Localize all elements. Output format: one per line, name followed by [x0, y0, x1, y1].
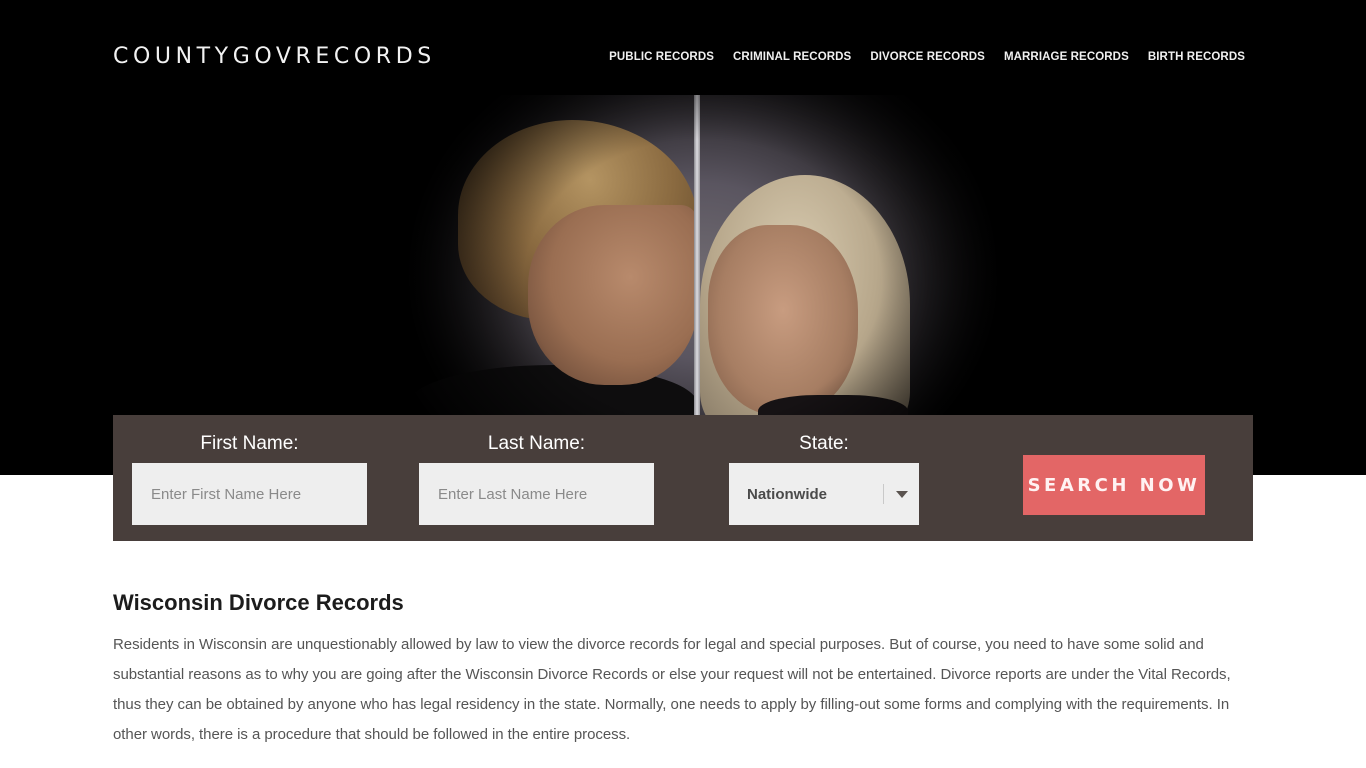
state-select[interactable]: Nationwide	[729, 463, 919, 525]
state-select-value: Nationwide	[747, 485, 828, 503]
search-now-button[interactable]: SEARCH NOW	[1023, 455, 1205, 515]
state-select-separator	[883, 484, 884, 504]
nav-criminal-records[interactable]: CRIMINAL RECORDS	[733, 51, 851, 63]
main-nav: PUBLIC RECORDS CRIMINAL RECORDS DIVORCE …	[609, 51, 1245, 63]
search-form: First Name: Last Name: State: Nationwide…	[113, 415, 1253, 541]
chevron-down-icon[interactable]	[896, 491, 908, 498]
last-name-label: Last Name:	[487, 433, 586, 454]
state-label: State:	[799, 433, 849, 454]
nav-birth-records[interactable]: BIRTH RECORDS	[1148, 51, 1245, 63]
nav-marriage-records[interactable]: MARRIAGE RECORDS	[1004, 51, 1129, 63]
hero-image-vignette	[378, 95, 1028, 415]
first-name-input[interactable]	[132, 463, 367, 525]
hero-image	[378, 95, 1028, 415]
hero-section: COUNTYGOVRECORDS PUBLIC RECORDS CRIMINAL…	[0, 0, 1366, 475]
article-title: Wisconsin Divorce Records	[113, 590, 404, 615]
nav-divorce-records[interactable]: DIVORCE RECORDS	[870, 51, 985, 63]
nav-public-records[interactable]: PUBLIC RECORDS	[609, 51, 714, 63]
last-name-input[interactable]	[419, 463, 654, 525]
article: Wisconsin Divorce Records Residents in W…	[113, 590, 1253, 750]
site-logo[interactable]: COUNTYGOVRECORDS	[113, 44, 436, 69]
first-name-label: First Name:	[200, 433, 299, 454]
article-body: Residents in Wisconsin are unquestionabl…	[113, 636, 1231, 743]
